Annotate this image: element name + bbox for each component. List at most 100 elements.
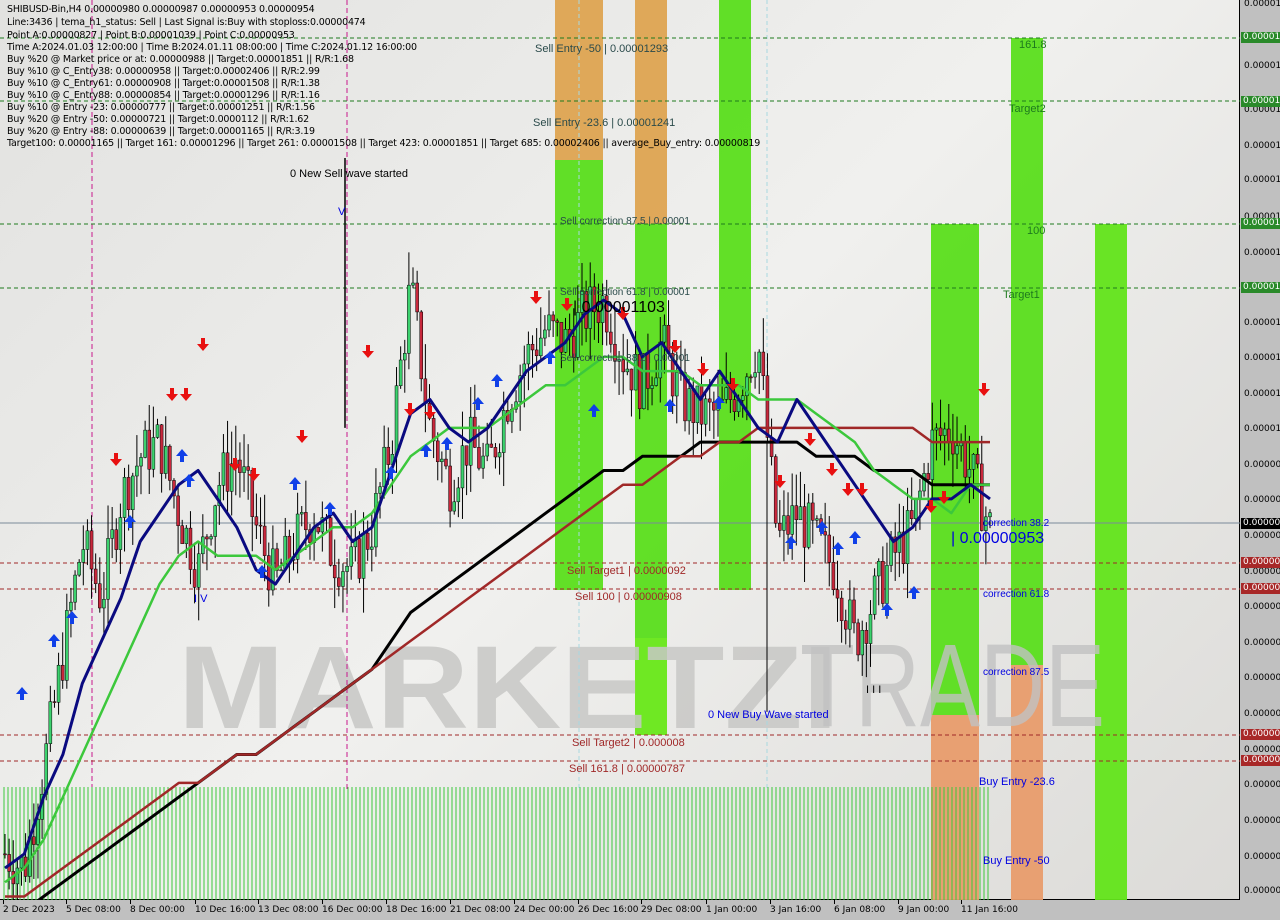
level-label-sell-100: Sell 100 | 0.00000908	[575, 591, 682, 603]
candle-bull	[411, 282, 415, 286]
candle-bull	[151, 437, 156, 470]
candle-bull	[724, 387, 728, 400]
price-tick-label: 0.000009	[1244, 460, 1280, 470]
candle-bear	[811, 502, 815, 521]
time-tick-label: 8 Dec 00:00	[130, 905, 185, 915]
price-tick-label: 0.000010	[1244, 353, 1280, 363]
candle-bear	[98, 583, 102, 609]
price-tick-label: 0.000008	[1244, 638, 1280, 648]
targets-line: Target100: 0.00001165 || Target 161: 0.0…	[7, 138, 761, 149]
candle-bull	[885, 565, 889, 604]
candle-bear	[435, 440, 440, 463]
sell-arrow-icon	[842, 483, 854, 496]
candle-bull	[481, 455, 485, 469]
buy-line: Buy %10 @ C_Entry61: 0.00000908 || Targe…	[7, 78, 320, 89]
candle-bull	[930, 429, 935, 480]
buy-line: Buy %20 @ Entry -50: 0.00000721 || Targe…	[7, 114, 309, 125]
candle-bear	[712, 401, 716, 411]
time-tick-label: 6 Jan 08:00	[834, 905, 886, 915]
price-tick-label: 0.000007	[1244, 780, 1280, 790]
candle-bull	[77, 562, 81, 576]
candle-bear	[262, 525, 267, 556]
price-tick-label: 0.000011	[1244, 175, 1280, 185]
candle-bull	[967, 469, 972, 478]
annotation-point-c-price: | 0.00000953	[951, 530, 1045, 547]
price-tick-label: 0.000006	[1244, 886, 1280, 896]
level-label-sell-entry-50: Sell Entry -50 | 0.00001293	[535, 43, 669, 55]
right-label-100: 100	[1027, 225, 1046, 237]
candle-bear	[926, 473, 930, 480]
right-label-correction-61-8: correction 61.8	[983, 589, 1050, 600]
candle-bull	[370, 546, 374, 550]
level-label-sell-correction-87-5: Sell correction 87.5 | 0.00001	[560, 216, 690, 227]
candle-bull	[143, 429, 147, 458]
candle-bear	[691, 388, 696, 423]
candle-bear	[947, 428, 951, 442]
candle-bull	[242, 466, 246, 473]
candle-bull	[398, 359, 403, 387]
time-tick-label: 16 Dec 00:00	[322, 905, 383, 915]
level-price-tag: 0.000008	[1241, 729, 1280, 740]
time-tick-label: 11 Jan 16:00	[961, 905, 1018, 915]
candle-bear	[225, 452, 230, 492]
candle-bull	[19, 856, 24, 869]
candle-bear	[823, 531, 827, 536]
time-tick-label: 5 Dec 08:00	[66, 905, 121, 915]
candle-bear	[419, 311, 424, 380]
candle-bear	[802, 506, 807, 548]
sell-arrow-icon	[180, 388, 192, 401]
candle-bull	[955, 445, 959, 455]
candle-bull	[971, 454, 976, 470]
symbol-line: SHIBUSD-Bin,H4 0.00000980 0.00000987 0.0…	[7, 4, 315, 15]
watermark-layer: MARKETZI TRADE	[178, 620, 1105, 754]
level-price-tag: 0.000012	[1241, 32, 1280, 43]
time-tick	[514, 900, 515, 904]
candle-bull	[440, 458, 444, 463]
candle-bull	[922, 473, 926, 492]
candle-bear	[126, 477, 131, 511]
sell-zone-orange	[635, 0, 667, 224]
candle-bear	[365, 532, 370, 550]
candle-bear	[551, 314, 555, 322]
chart-plot-area[interactable]: MARKETZI TRADE SHIBUSD-Bin,H4 0.00000980…	[0, 0, 1240, 900]
candle-bull	[69, 601, 73, 611]
buy-zone-green	[1095, 224, 1127, 900]
candle-bull	[110, 529, 114, 539]
candle-bear	[386, 446, 391, 465]
candle-bear	[304, 512, 308, 531]
candle-bull	[687, 388, 691, 422]
candle-bull	[757, 351, 761, 373]
candle-bull	[221, 452, 226, 486]
candle-bull	[102, 598, 106, 609]
candle-bull	[349, 546, 353, 567]
candle-bull	[753, 372, 757, 378]
candle-bear	[844, 620, 848, 630]
candle-bull	[56, 664, 61, 703]
candle-bear	[699, 385, 704, 425]
candle-bull	[654, 377, 658, 386]
buy-arrow-icon	[176, 449, 188, 462]
time-tick	[386, 900, 387, 904]
candle-bear	[951, 441, 955, 455]
candle-bear	[881, 561, 885, 604]
time-tick	[834, 900, 835, 904]
candle-bull	[662, 324, 667, 343]
candle-bull	[485, 443, 489, 457]
level-label-sell-correction-38-2: Sell correction 38.2 | 0.00001	[560, 353, 690, 364]
level-label-sell-entry-23-6: Sell Entry -23.6 | 0.00001241	[533, 117, 676, 129]
candle-bull	[135, 465, 139, 477]
level-price-tag: 0.000008	[1241, 755, 1280, 766]
level-price-tag: 0.000008	[1241, 583, 1280, 594]
right-label-correction-38-2: correction 38.2	[983, 518, 1050, 529]
price-tick-label: 0.000007	[1244, 745, 1280, 755]
time-tick	[578, 900, 579, 904]
buy-arrow-icon	[420, 444, 432, 457]
candle-bear	[839, 597, 844, 621]
time-tick-label: 10 Dec 16:00	[195, 905, 256, 915]
candle-bull	[526, 343, 531, 365]
time-tick-label: 3 Jan 16:00	[770, 905, 822, 915]
candle-bear	[159, 424, 164, 474]
annotation-point-b-price: | 0.00001103	[573, 299, 665, 316]
candle-bear	[975, 454, 980, 465]
buy-arrow-icon	[908, 586, 920, 599]
